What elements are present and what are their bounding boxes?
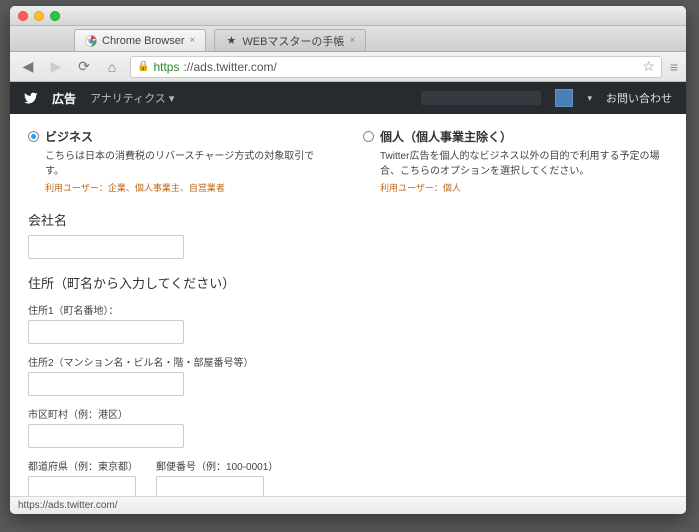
reload-button[interactable]: ⟳ <box>74 58 94 76</box>
city-input[interactable] <box>28 424 184 448</box>
chrome-icon <box>85 35 97 47</box>
nav-contact[interactable]: お問い合わせ <box>606 90 672 106</box>
back-button[interactable]: ◀ <box>18 58 38 76</box>
option-business-users: 利用ユーザー：企業、個人事業主、自営業者 <box>45 181 333 194</box>
option-personal[interactable]: 個人（個人事業主除く） Twitter広告を個人的なビジネス以外の目的で利用する… <box>363 128 668 194</box>
postal-label: 郵便番号（例：100-0001） <box>156 458 278 473</box>
close-window-button[interactable] <box>18 11 28 21</box>
status-bar: https://ads.twitter.com/ <box>10 496 686 514</box>
city-label: 市区町村（例：港区） <box>28 406 668 421</box>
option-business-desc: こちらは日本の消費税のリバースチャージ方式の対象取引です。 <box>45 149 333 179</box>
pref-label: 都道府県（例：東京都） <box>28 458 138 473</box>
home-button[interactable]: ⌂ <box>102 58 122 76</box>
page-header: 広告 アナリティクス ▾ ▾ お問い合わせ <box>10 82 686 114</box>
address2-label: 住所2（マンション名・ビル名・階・部屋番号等） <box>28 354 668 369</box>
browser-tab[interactable]: ★ WEBマスターの手帳 × <box>214 29 366 51</box>
minimize-window-button[interactable] <box>34 11 44 21</box>
star-icon: ★ <box>225 35 237 47</box>
address2-input[interactable] <box>28 372 184 396</box>
tab-strip: Chrome Browser × ★ WEBマスターの手帳 × <box>10 26 686 52</box>
account-info-redacted <box>421 91 541 105</box>
zoom-window-button[interactable] <box>50 11 60 21</box>
bookmark-icon[interactable]: ☆ <box>642 58 655 75</box>
forward-button[interactable]: ▶ <box>46 58 66 76</box>
option-business-title: ビジネス <box>45 128 93 145</box>
close-tab-icon[interactable]: × <box>349 35 355 46</box>
avatar[interactable] <box>555 89 573 107</box>
address-header: 住所（町名から入力してください） <box>28 273 668 292</box>
option-personal-desc: Twitter広告を個人的なビジネス以外の目的で利用する予定の場合、こちらのオプ… <box>380 149 668 179</box>
window-titlebar <box>10 6 686 26</box>
tab-title: WEBマスターの手帳 <box>242 33 344 49</box>
radio-personal[interactable] <box>363 131 374 142</box>
option-business[interactable]: ビジネス こちらは日本の消費税のリバースチャージ方式の対象取引です。 利用ユーザ… <box>28 128 333 194</box>
close-tab-icon[interactable]: × <box>190 35 196 46</box>
option-personal-title: 個人（個人事業主除く） <box>380 128 512 145</box>
tab-title: Chrome Browser <box>102 35 185 47</box>
postal-input[interactable] <box>156 476 264 496</box>
address1-label: 住所1（町名番地）： <box>28 302 668 317</box>
twitter-logo-icon <box>24 91 38 105</box>
nav-logo-text[interactable]: 広告 <box>52 90 76 107</box>
url-protocol: https <box>153 60 179 74</box>
url-rest: ://ads.twitter.com/ <box>183 60 276 74</box>
nav-analytics[interactable]: アナリティクス ▾ <box>90 90 174 106</box>
option-personal-users: 利用ユーザー：個人 <box>380 181 668 194</box>
page-content: ビジネス こちらは日本の消費税のリバースチャージ方式の対象取引です。 利用ユーザ… <box>10 114 686 496</box>
status-text: https://ads.twitter.com/ <box>18 500 117 511</box>
company-input[interactable] <box>28 235 184 259</box>
address-bar[interactable]: 🔒 https ://ads.twitter.com/ ☆ <box>130 56 662 78</box>
pref-input[interactable] <box>28 476 136 496</box>
browser-toolbar: ◀ ▶ ⟳ ⌂ 🔒 https ://ads.twitter.com/ ☆ ≡ <box>10 52 686 82</box>
browser-tab-active[interactable]: Chrome Browser × <box>74 29 206 51</box>
menu-button[interactable]: ≡ <box>670 59 678 75</box>
address1-input[interactable] <box>28 320 184 344</box>
traffic-lights <box>18 11 60 21</box>
lock-icon: 🔒 <box>137 61 149 72</box>
radio-business[interactable] <box>28 131 39 142</box>
company-label: 会社名 <box>28 210 668 229</box>
